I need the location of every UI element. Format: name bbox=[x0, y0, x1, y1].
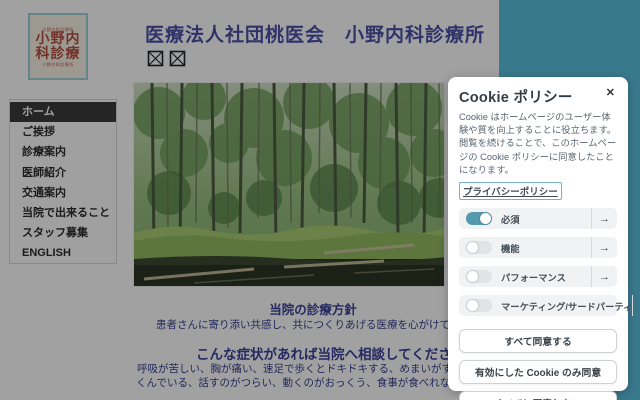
toggle-label: パフォーマンス bbox=[501, 270, 566, 284]
cookie-dialog-buttons: すべて同意する 有効にした Cookie のみ同意 すべてに同意しない bbox=[459, 329, 617, 400]
toggle-label: マーケティング/サードパーティ bbox=[501, 299, 632, 313]
screenshot-root: 小野内科診療所 小野内 科診療 小野内科診療所 医療法人社団桃医会 小野内科診療… bbox=[0, 0, 640, 400]
expand-arrow-icon[interactable]: → bbox=[591, 208, 617, 229]
toggle-label: 必須 bbox=[501, 212, 520, 226]
marketing-toggle[interactable] bbox=[466, 299, 492, 312]
toggle-row-functional: 機能 → bbox=[459, 237, 617, 258]
toggle-row-performance: パフォーマンス → bbox=[459, 266, 617, 287]
expand-arrow-icon[interactable]: → bbox=[591, 237, 617, 258]
required-toggle[interactable] bbox=[466, 212, 492, 225]
accept-all-button[interactable]: すべて同意する bbox=[459, 329, 617, 353]
toggle-row-marketing: マーケティング/サードパーティ → bbox=[459, 295, 617, 316]
expand-arrow-icon[interactable]: → bbox=[632, 295, 640, 316]
toggle-label: 機能 bbox=[501, 241, 520, 255]
privacy-policy-link[interactable]: プライバシーポリシー bbox=[459, 182, 562, 200]
performance-toggle[interactable] bbox=[466, 270, 492, 283]
close-icon[interactable]: ✕ bbox=[604, 86, 617, 101]
expand-arrow-icon[interactable]: → bbox=[591, 266, 617, 287]
accept-enabled-button[interactable]: 有効にした Cookie のみ同意 bbox=[459, 360, 617, 384]
cookie-dialog: Cookie ポリシー ✕ Cookie はホームページのユーザー体験や質を向上… bbox=[448, 77, 628, 391]
functional-toggle[interactable] bbox=[466, 241, 492, 254]
reject-all-button[interactable]: すべてに同意しない bbox=[459, 391, 617, 400]
cookie-dialog-body: Cookie はホームページのユーザー体験や質を向上することに役立ちます。閲覧を… bbox=[459, 111, 617, 177]
toggle-row-required: 必須 → bbox=[459, 208, 617, 229]
cookie-dialog-title: Cookie ポリシー bbox=[459, 86, 573, 107]
